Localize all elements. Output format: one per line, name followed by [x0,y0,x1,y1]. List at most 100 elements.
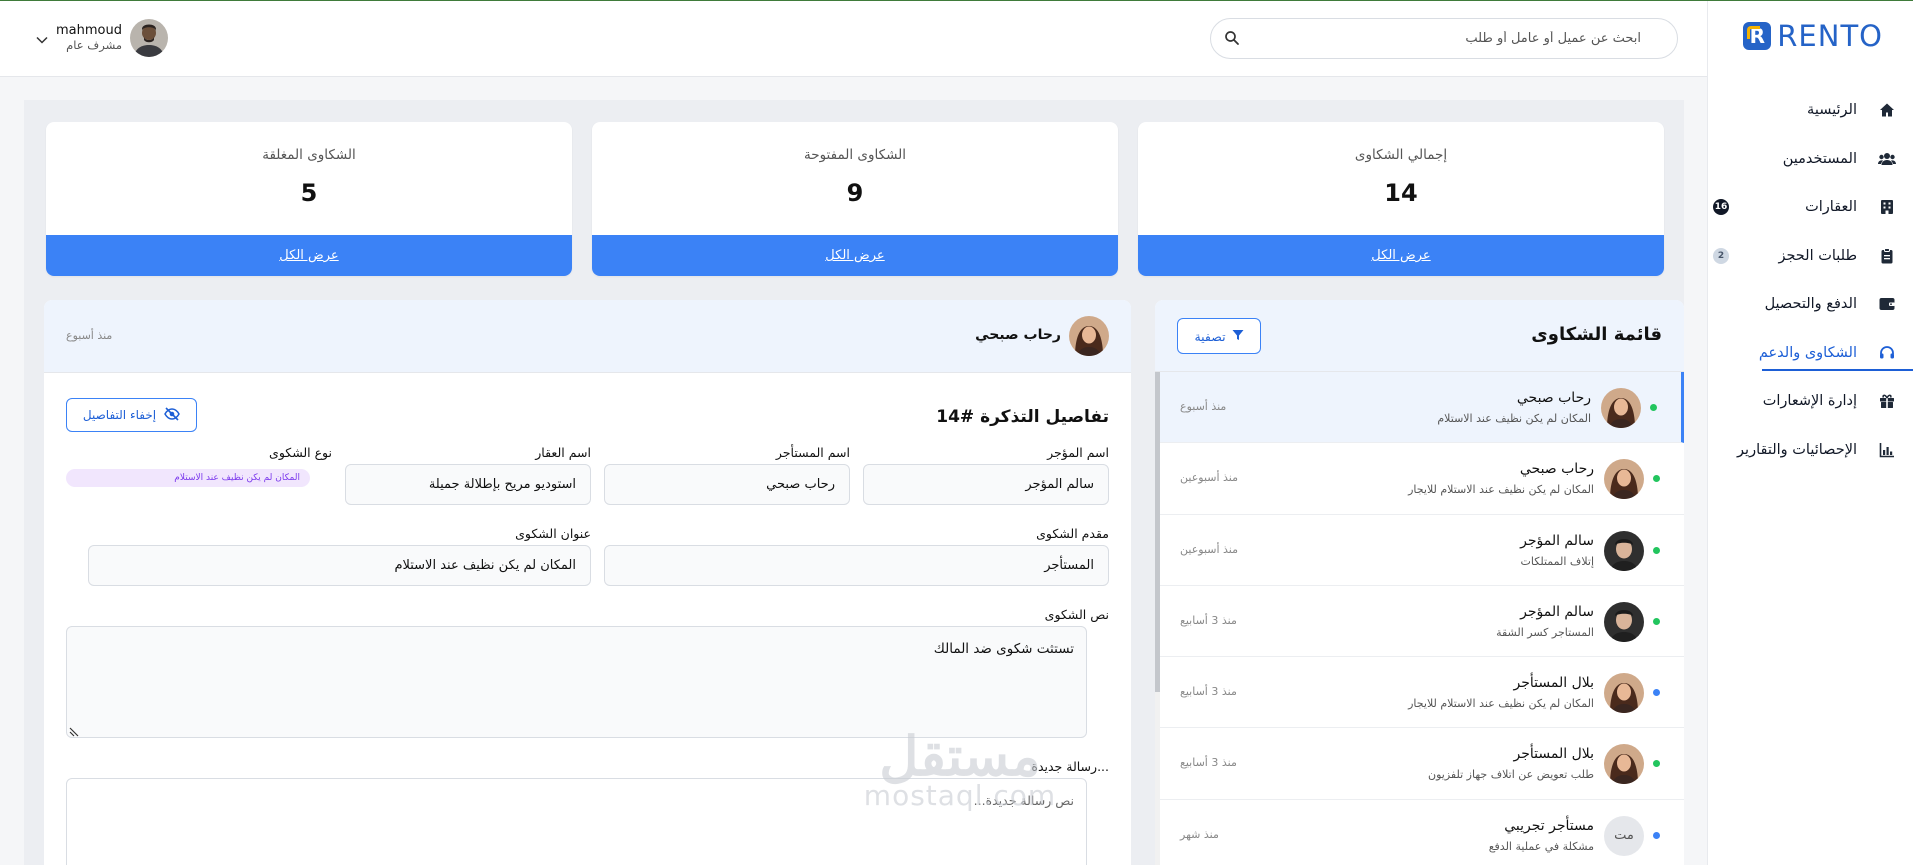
hide-details-button[interactable]: إخفاء التفاصيل [66,398,197,432]
avatar: مت [1604,815,1644,856]
complaint-time: منذ أسبوعين [1180,471,1239,485]
complaint-row[interactable]: بلال المستأجر المكان لم يكن نظيف عند الاس… [1160,657,1684,729]
filter-button[interactable]: تصفية [1177,318,1261,354]
stat-card-total: إجمالي الشكاوى 14 عرض الكل [1138,122,1664,276]
stat-title: إجمالي الشكاوى [1354,147,1448,163]
complaint-customer-name: رحاب صبحي [1516,390,1591,406]
sidebar-item-label: العقارات [1805,199,1857,216]
complaint-row[interactable]: مت مستأجر تجريبي مشكلة في عملية الدفع منذ ش… [1160,800,1684,865]
avatar [1604,673,1644,714]
ticket-title: تفاصيل التذكرة #14 [936,407,1109,427]
home-icon [1878,101,1896,119]
gift-icon [1878,392,1896,410]
stat-card-closed: الشكاوى المغلقة 5 عرض الكل [46,122,572,276]
stat-title: الشكاوى المغلقة [262,147,356,163]
stat-title: الشكاوى المفتوحة [804,147,906,163]
avatar [1604,744,1644,785]
status-dot [1653,689,1660,697]
sidebar-item-support[interactable]: الشكاوى والدعم [1707,329,1913,378]
complaint-time: منذ 3 أسابيع [1180,613,1237,627]
sidebar-item-payments[interactable]: الدفع والتحصيل [1707,280,1913,329]
stat-value: 5 [300,179,318,207]
search-box [1210,18,1678,59]
stat-value: 14 [1384,179,1418,207]
complaint-subject: إتلاف الممتلكات [1520,554,1594,568]
stat-value: 9 [846,179,864,207]
detail-time: منذ أسبوع [66,329,113,342]
avatar-initials: مت [1604,815,1644,856]
owner-field[interactable]: سالم المؤجر [863,464,1109,505]
complaint-customer-name: بلال المستأجر [1513,675,1594,692]
user-name: mahmoud [56,23,122,39]
clipboard-icon [1878,247,1896,265]
complaint-customer-name: سالم المؤجر [1520,603,1594,620]
brand-logo[interactable]: R RENTO [1743,19,1883,53]
complaint-row[interactable]: سالم المؤجر المستاجر كسر الشقة منذ 3 أسابي… [1160,586,1684,658]
avatar [1604,601,1644,642]
complaint-subject: المستاجر كسر الشقة [1496,625,1594,639]
headset-icon [1878,344,1896,362]
complaint-type-tag: المكان لم يكن نظيف عند الاستلام [66,469,310,487]
complaint-row[interactable]: رحاب صبحي المكان لم يكن نظيف عند الاستلام… [1160,443,1684,515]
avatar[interactable] [129,19,168,57]
complaint-time: منذ 3 أسابيع [1180,685,1237,699]
sidebar-item-label: الإحصائيات والتقارير [1737,441,1857,458]
complaint-row[interactable]: رحاب صبحي المكان لم يكن نظيف عند الاستلام… [1160,372,1684,444]
sidebar-item-label: الدفع والتحصيل [1764,296,1857,313]
complaint-subject-field[interactable]: المكان لم يكن نظيف عند الاستلام [88,545,591,586]
complaint-text-area[interactable]: تستثت شكوى ضد المالك [66,626,1087,738]
detail-header: رحاب صبحي منذ أسبوع [44,300,1131,373]
sidebar-item-home[interactable]: الرئيسية [1707,86,1913,135]
new-message-placeholder: نص رسالة جديدة... [973,793,1074,808]
filter-icon [1232,329,1244,344]
complaints-list: رحاب صبحي المكان لم يكن نظيف عند الاستلام… [1160,372,1684,865]
sidebar-nav: الرئيسية المستخدمين العقارات 16 طلبات ال… [1707,86,1913,474]
complaint-row[interactable]: بلال المستأجر طلب تعويض عن اتلاف جهاز تلف… [1160,728,1684,800]
complaint-time: منذ أسبوعين [1180,542,1239,556]
main-content: إجمالي الشكاوى 14 عرض الكل الشكاوى المفت… [24,100,1684,865]
top-bar: mahmoud مشرف عام [0,1,1707,77]
submitter-field[interactable]: المستأجر [604,545,1109,586]
complaint-customer-name: بلال المستأجر [1513,746,1594,763]
detail-customer-name: رحاب صبحي [975,327,1061,343]
status-dot [1653,617,1660,625]
sidebar-item-label: الشكاوى والدعم [1758,344,1857,361]
logo-text: RENTO [1777,19,1883,53]
sidebar-item-label: المستخدمين [1782,150,1857,167]
view-all-button[interactable]: عرض الكل [46,235,572,276]
building-icon [1878,198,1896,216]
complaint-customer-name: رحاب صبحي [1519,461,1594,478]
wallet-icon [1878,295,1896,313]
status-dot [1653,831,1660,839]
eye-slash-icon [164,406,180,424]
view-all-button[interactable]: عرض الكل [1138,235,1664,276]
sidebar-item-label: طلبات الحجز [1778,247,1857,264]
sidebar-item-users[interactable]: المستخدمين [1707,135,1913,184]
complaints-list-panel: قائمة الشكاوى تصفية رحاب صبحي المكان لم ي… [1155,300,1684,865]
logo-mark-icon: R [1743,22,1772,50]
sidebar-item-bookings[interactable]: طلبات الحجز 2 [1707,232,1913,281]
complaints-list-title: قائمة الشكاوى [1531,324,1662,345]
status-dot [1650,404,1657,411]
avatar [1604,459,1644,500]
filter-button-label: تصفية [1194,328,1226,344]
view-all-button[interactable]: عرض الكل [592,235,1118,276]
search-input[interactable] [1211,19,1677,58]
property-field[interactable]: استوديو مريح بإطلالة جميلة [345,464,591,505]
sidebar: R RENTO الرئيسية المستخدمين العقارات 16 … [1707,1,1913,865]
search-icon[interactable] [1224,30,1242,48]
resize-handle-icon[interactable] [69,725,79,737]
chevron-down-icon[interactable] [36,29,48,48]
complaint-row[interactable]: سالم المؤجر إتلاف الممتلكات منذ أسبوعين [1160,515,1684,586]
new-message-input[interactable]: نص رسالة جديدة... [66,778,1087,865]
users-icon [1878,150,1896,168]
complaint-subject: مشكلة في عملية الدفع [1488,839,1594,853]
sidebar-item-notifications[interactable]: إدارة الإشعارات [1707,377,1913,426]
sidebar-item-properties[interactable]: العقارات 16 [1707,183,1913,232]
user-info: mahmoud مشرف عام [56,23,122,52]
tenant-field[interactable]: رحاب صبحي [604,464,850,505]
sidebar-item-reports[interactable]: الإحصائيات والتقارير [1707,426,1913,475]
submitter-label: مقدم الشكوى [1036,526,1109,541]
user-menu[interactable]: mahmoud مشرف عام [36,19,168,57]
complaint-customer-name: سالم المؤجر [1520,532,1594,549]
